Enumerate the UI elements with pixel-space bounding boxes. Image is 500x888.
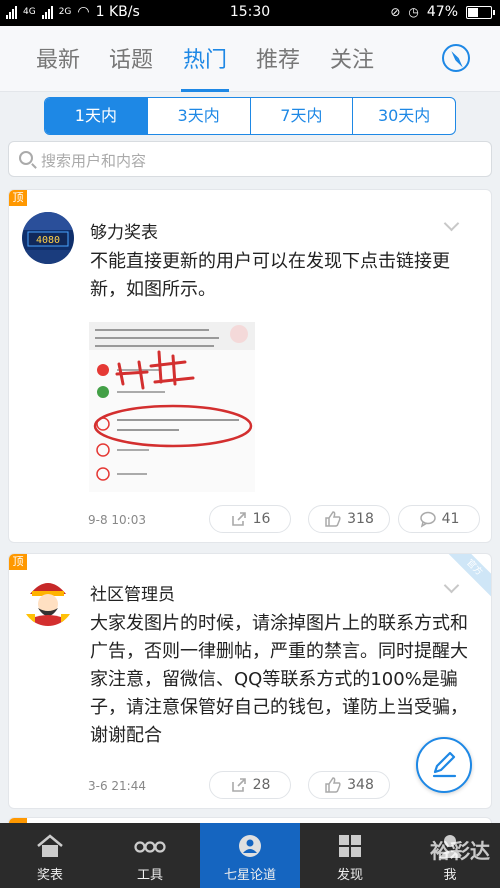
chevron-down-icon[interactable] (443, 577, 460, 594)
pinned-badge: 顶 (9, 190, 27, 206)
status-bar: 4G 2G ◠ 1 KB/s 15:30 ⊘ ◷ 47% (0, 0, 500, 26)
comment-count: 41 (441, 511, 460, 527)
share-count: 16 (252, 511, 271, 527)
tab-latest[interactable]: 最新 (36, 42, 80, 74)
nav-item-tools[interactable]: 工具 (100, 823, 200, 888)
avatar[interactable]: 4080 (22, 212, 74, 264)
filter-1-day[interactable]: 1天内 (45, 98, 148, 134)
search-input[interactable]: 搜索用户和内容 (8, 141, 492, 177)
battery-icon (466, 5, 495, 19)
nav-label: 发现 (336, 868, 363, 883)
nav-item-discover[interactable]: 发现 (300, 823, 400, 888)
time-filter: 1天内 3天内 7天内 30天内 (44, 97, 456, 135)
avatar[interactable] (22, 574, 74, 626)
avatar-digits: 4080 (36, 235, 60, 246)
thumbs-up-icon (325, 777, 341, 793)
post-date: 3-6 21:44 (88, 779, 146, 793)
tools-icon (134, 841, 166, 853)
active-tab-indicator (181, 89, 229, 92)
nav-item-lottery[interactable]: 奖表 (0, 823, 100, 888)
silent-icon: ⊘ (390, 5, 401, 19)
nav-label: 七星论道 (223, 868, 276, 883)
compose-button[interactable] (416, 737, 472, 793)
comment-icon (419, 511, 436, 528)
filter-30-days[interactable]: 30天内 (353, 98, 455, 134)
comment-button[interactable]: 41 (398, 505, 480, 533)
post-image[interactable] (89, 322, 255, 492)
bottom-nav: 奖表 工具 七星论道 发现 我 (0, 823, 500, 888)
chevron-down-icon[interactable] (443, 215, 460, 232)
tab-hot[interactable]: 热门 (183, 42, 227, 74)
search-placeholder: 搜索用户和内容 (41, 152, 147, 170)
edit-icon (432, 751, 457, 778)
post-author[interactable]: 社区管理员 (90, 580, 175, 605)
nav-label: 我 (443, 868, 457, 883)
compass-needle-tail (455, 58, 465, 69)
post-date: 9-8 10:03 (88, 513, 146, 527)
grid-icon (339, 835, 361, 857)
forum-icon (239, 835, 261, 857)
filter-3-days[interactable]: 3天内 (148, 98, 251, 134)
search-icon (19, 151, 33, 165)
alarm-icon: ◷ (408, 5, 419, 19)
pinned-badge: 顶 (9, 554, 27, 570)
top-tab-bar: 最新 话题 热门 推荐 关注 (0, 26, 500, 92)
share-icon (231, 778, 246, 792)
battery-fill (468, 7, 478, 17)
share-icon (231, 512, 246, 526)
like-button[interactable]: 318 (308, 505, 390, 533)
tab-topics[interactable]: 话题 (109, 42, 153, 74)
filter-7-days[interactable]: 7天内 (251, 98, 354, 134)
tab-recommended[interactable]: 推荐 (256, 42, 300, 74)
post-text: 不能直接更新的用户可以在发现下点击链接更新，如图所示。 (90, 251, 450, 300)
nav-item-forum[interactable]: 七星论道 (200, 823, 300, 888)
share-button[interactable]: 16 (209, 505, 291, 533)
like-count: 318 (347, 511, 374, 527)
thumbs-up-icon (325, 511, 341, 527)
watermark: 裕彩达 (430, 839, 490, 863)
status-right: ⊘ ◷ 47% (390, 4, 495, 20)
share-button[interactable]: 28 (209, 771, 291, 799)
post-author[interactable]: 够力奖表 (90, 218, 158, 243)
like-count: 348 (347, 777, 374, 793)
post-card[interactable]: 顶 4080 够力奖表 不能直接更新的用户可以在发现下点击链接更新，如图所示。 (8, 189, 492, 543)
tab-following[interactable]: 关注 (330, 42, 374, 74)
like-button[interactable]: 348 (308, 771, 390, 799)
post-text: 大家发图片的时候，请涂掉图片上的联系方式和广告，否则一律删帖，严重的禁言。同时提… (90, 613, 468, 746)
share-count: 28 (252, 777, 271, 793)
battery-percent: 47% (426, 4, 458, 20)
nav-label: 奖表 (36, 868, 63, 883)
home-icon (37, 834, 63, 857)
compass-icon[interactable] (442, 44, 470, 72)
nav-label: 工具 (136, 868, 163, 883)
